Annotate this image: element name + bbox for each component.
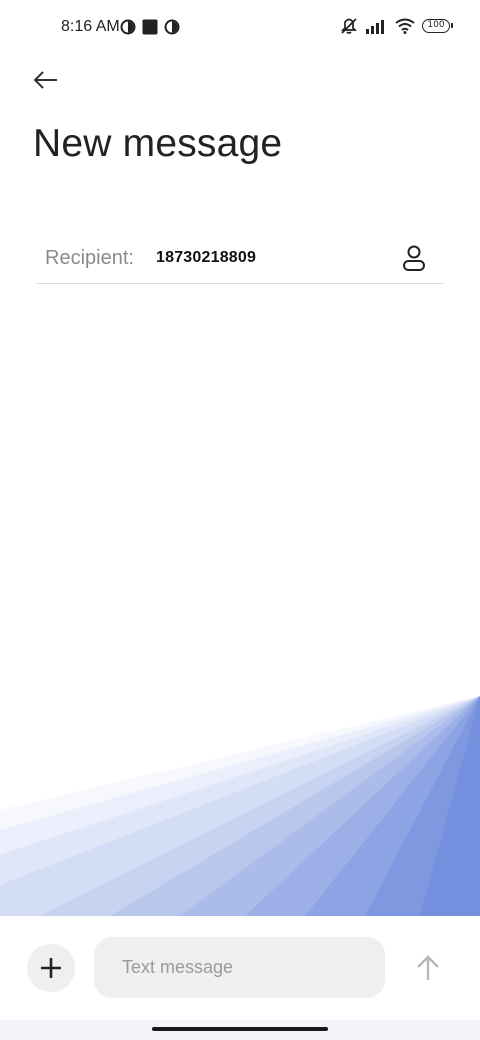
- select-contact-button[interactable]: [398, 242, 430, 274]
- battery-icon: 100: [422, 19, 453, 33]
- new-message-screen: 8:16 AM 100 New message Recipient: 18730…: [0, 0, 480, 1040]
- square-notification-icon: [142, 19, 158, 35]
- back-button[interactable]: [28, 62, 64, 98]
- status-notification-icons: [120, 19, 180, 35]
- vibrate-off-icon: [340, 18, 358, 34]
- status-time: 8:16 AM: [61, 18, 120, 35]
- background-wallpaper: [0, 696, 480, 916]
- data-saver-icon: [120, 19, 136, 35]
- attach-button[interactable]: [27, 944, 75, 992]
- arrow-up-icon: [417, 955, 439, 980]
- arrow-left-icon: [33, 71, 57, 89]
- person-icon: [403, 245, 425, 271]
- wifi-icon: [395, 18, 415, 34]
- plus-icon: [41, 958, 61, 978]
- status-system-icons: 100: [339, 16, 453, 36]
- message-input[interactable]: [94, 937, 385, 998]
- signal-icon: [366, 20, 384, 34]
- message-composer: [0, 916, 480, 1020]
- send-button[interactable]: [408, 948, 448, 988]
- recipient-value[interactable]: 18730218809: [156, 249, 256, 267]
- data-saver-icon: [164, 19, 180, 35]
- status-bar: 8:16 AM 100: [0, 0, 480, 56]
- recipient-field[interactable]: Recipient: 18730218809: [36, 232, 444, 284]
- navigation-bar: [0, 1020, 480, 1040]
- home-indicator[interactable]: [152, 1027, 328, 1031]
- battery-level: 100: [427, 20, 445, 30]
- recipient-label: Recipient:: [45, 247, 134, 269]
- page-title: New message: [33, 122, 283, 165]
